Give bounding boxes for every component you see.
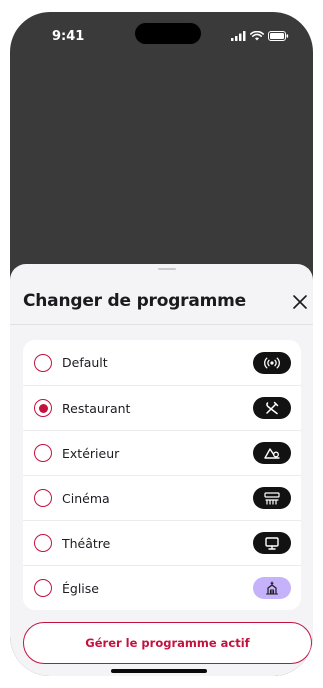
program-badge-active [253,577,291,599]
mountain-icon [264,448,280,459]
program-option-default[interactable]: Default [23,340,301,385]
close-button[interactable] [289,291,311,313]
radio-button[interactable] [34,534,52,552]
monitor-icon [265,536,279,550]
program-option-exterieur[interactable]: Extérieur [23,430,301,475]
program-badge [253,397,291,419]
radio-button[interactable] [34,444,52,462]
dynamic-island [135,23,201,44]
cinema-seats-icon [264,491,280,505]
program-option-cinema[interactable]: Cinéma [23,475,301,520]
program-label: Restaurant [62,400,131,416]
program-option-theatre[interactable]: Théâtre [23,520,301,565]
program-label: Default [62,355,108,370]
radio-button-selected[interactable] [34,399,52,417]
battery-icon [268,31,289,41]
radio-waves-icon [264,357,280,368]
program-label: Église [62,580,99,596]
program-label: Théâtre [62,535,111,551]
program-badge [253,442,291,464]
sheet-title: Changer de programme [23,291,246,311]
utensils-icon [266,401,279,415]
status-icons [231,31,289,41]
radio-button[interactable] [34,489,52,507]
signal-icon [231,31,246,41]
program-list: Default Restaurant Extérieur Cinéma Théâ… [23,340,301,610]
program-label: Cinéma [62,490,110,506]
program-badge [253,351,291,374]
phone-screen: 9:41 Changer de programme Default Restau… [10,12,313,676]
sheet-divider [10,324,313,325]
change-program-sheet: Changer de programme Default Restaurant … [10,264,313,676]
program-badge [253,532,291,554]
program-label: Extérieur [62,445,120,461]
home-indicator [111,669,207,673]
radio-button[interactable] [34,579,52,597]
status-time: 9:41 [52,29,85,44]
manage-active-program-button[interactable]: Gérer le programme actif [23,622,312,664]
close-icon [293,295,307,309]
program-badge [253,487,291,509]
wifi-icon [250,31,264,41]
radio-button[interactable] [34,353,52,372]
program-option-eglise[interactable]: Église [23,565,301,610]
program-option-restaurant[interactable]: Restaurant [23,385,301,430]
church-icon [265,581,279,595]
sheet-grabber[interactable] [158,268,176,270]
